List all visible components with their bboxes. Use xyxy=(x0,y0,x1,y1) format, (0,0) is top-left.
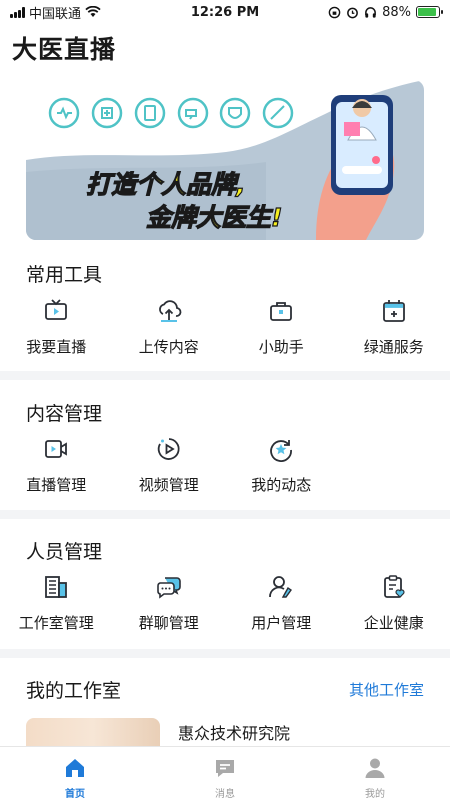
section-title-common-tools: 常用工具 xyxy=(26,264,103,286)
bottom-tab-bar: 首页 消息 我的 xyxy=(0,746,450,800)
tool-upload-content[interactable]: 上传内容 xyxy=(113,298,226,357)
carrier-label: 中国联通 xyxy=(29,6,82,22)
banner-icons xyxy=(48,97,294,129)
other-studios-link[interactable]: 其他工作室 xyxy=(349,679,424,700)
rotation-lock-icon xyxy=(328,6,341,18)
tool-green-channel[interactable]: 绿通服务 xyxy=(338,298,450,357)
battery-percent: 88% xyxy=(382,4,411,20)
banner-illustration: 打造个人品牌, 金牌大医生! xyxy=(26,80,424,240)
studio-name: 惠众技术研究院 xyxy=(178,724,291,743)
tool-label: 我的动态 xyxy=(251,476,312,494)
tool-label: 绿通服务 xyxy=(363,338,424,356)
common-tools-row: 我要直播 上传内容 小助手 绿通服务 xyxy=(0,298,450,357)
tool-video-management[interactable]: 视频管理 xyxy=(113,436,226,495)
banner-line2: 金牌大医生! xyxy=(146,203,282,232)
studio-thumbnail xyxy=(26,718,160,748)
alarm-icon xyxy=(347,7,358,18)
section-divider xyxy=(0,510,450,519)
message-icon xyxy=(216,760,234,777)
app-screen: 中国联通 12:26 PM 88% 大医直播 打造个人品牌, 金牌大医生! 常用… xyxy=(0,0,450,800)
tool-label: 工作室管理 xyxy=(18,614,94,632)
tool-go-live[interactable]: 我要直播 xyxy=(0,298,113,357)
building-icon xyxy=(45,576,68,598)
tool-user-management[interactable]: 用户管理 xyxy=(225,574,338,633)
tool-label: 直播管理 xyxy=(26,476,87,494)
headphones-icon xyxy=(365,6,376,18)
person-icon xyxy=(365,758,385,778)
tool-label: 企业健康 xyxy=(363,614,424,632)
chat-bubbles-icon xyxy=(156,577,181,599)
tool-live-management[interactable]: 直播管理 xyxy=(0,436,113,495)
tool-label: 我要直播 xyxy=(26,338,87,356)
wifi-icon xyxy=(85,6,101,17)
home-icon xyxy=(66,759,84,777)
tool-label: 小助手 xyxy=(258,338,304,356)
tool-label: 上传内容 xyxy=(138,338,199,356)
battery-icon xyxy=(416,6,443,18)
tab-messages[interactable]: 消息 xyxy=(150,747,300,800)
page-title: 大医直播 xyxy=(12,35,117,64)
tool-label: 群聊管理 xyxy=(138,614,199,632)
video-camera-icon xyxy=(45,440,68,458)
tab-label: 我的 xyxy=(365,789,385,800)
status-right: 88% xyxy=(328,4,443,20)
battery-level xyxy=(418,8,436,16)
star-refresh-icon xyxy=(270,440,293,462)
tab-label: 消息 xyxy=(215,789,235,800)
section-divider xyxy=(0,371,450,380)
signal-icon xyxy=(10,6,25,18)
section-title-people-mgmt: 人员管理 xyxy=(26,541,103,563)
content-mgmt-row: 直播管理 视频管理 我的动态 xyxy=(0,436,450,495)
status-left: 中国联通 xyxy=(10,3,101,22)
tab-me[interactable]: 我的 xyxy=(300,747,450,800)
user-edit-icon xyxy=(269,576,293,598)
clipboard-heart-icon xyxy=(383,575,405,598)
studio-card[interactable]: 惠众技术研究院 xyxy=(26,718,426,748)
tool-assistant[interactable]: 小助手 xyxy=(225,298,338,357)
live-tv-icon xyxy=(45,299,68,320)
tool-label: 视频管理 xyxy=(138,476,199,494)
promo-banner[interactable]: 打造个人品牌, 金牌大医生! xyxy=(26,80,424,240)
play-circle-icon xyxy=(157,438,180,460)
tab-home[interactable]: 首页 xyxy=(0,747,150,800)
section-title-content-mgmt: 内容管理 xyxy=(26,403,103,425)
calendar-plus-icon xyxy=(382,300,405,322)
tool-my-moments[interactable]: 我的动态 xyxy=(225,436,338,495)
section-title-my-studio: 我的工作室 xyxy=(26,680,122,702)
cloud-upload-icon xyxy=(158,300,182,322)
tool-label: 用户管理 xyxy=(251,614,312,632)
section-divider xyxy=(0,649,450,658)
people-mgmt-row: 工作室管理 群聊管理 用户管理 企业健康 xyxy=(0,574,450,633)
tab-label: 首页 xyxy=(65,789,85,800)
status-bar: 中国联通 12:26 PM 88% xyxy=(0,0,450,24)
tool-studio-management[interactable]: 工作室管理 xyxy=(0,574,113,633)
briefcase-icon xyxy=(270,302,293,321)
tool-group-chat-management[interactable]: 群聊管理 xyxy=(113,574,226,633)
tool-corporate-health[interactable]: 企业健康 xyxy=(338,574,450,633)
banner-line1: 打造个人品牌, xyxy=(86,170,246,199)
